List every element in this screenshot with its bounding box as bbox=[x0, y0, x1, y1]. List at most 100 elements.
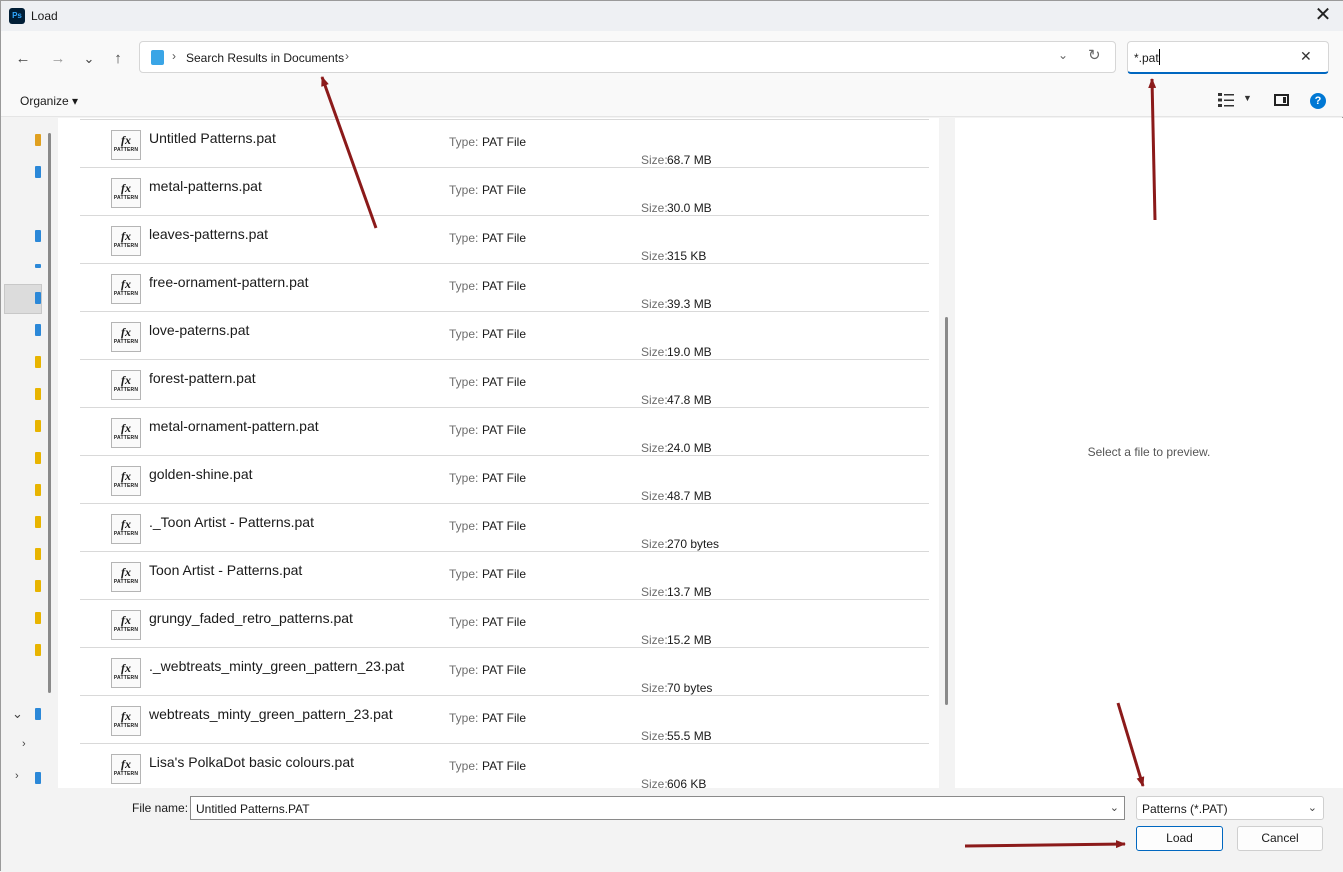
file-name[interactable]: Toon Artist - Patterns.pat bbox=[149, 562, 302, 578]
pattern-caption: PATTERN bbox=[113, 675, 139, 681]
chevron-down-icon[interactable]: ⌄ bbox=[1308, 801, 1317, 814]
expand-chevron-icon[interactable]: ⌄ bbox=[12, 706, 23, 722]
cancel-button[interactable]: Cancel bbox=[1237, 826, 1323, 851]
file-name-value[interactable]: Untitled Patterns.PAT bbox=[196, 802, 310, 816]
file-type-label: Type: bbox=[449, 663, 479, 677]
file-name[interactable]: metal-patterns.pat bbox=[149, 178, 262, 194]
expand-chevron-icon[interactable]: › bbox=[15, 770, 19, 782]
pattern-file-icon: fx PATTERN bbox=[111, 130, 141, 160]
expand-chevron-icon[interactable]: › bbox=[22, 738, 26, 750]
breadcrumb[interactable]: Search Results in Documents bbox=[186, 51, 344, 65]
recent-locations-chevron-icon[interactable]: ⌄ bbox=[78, 48, 100, 70]
file-type: PAT File bbox=[482, 327, 527, 341]
pattern-caption: PATTERN bbox=[113, 195, 139, 201]
file-name[interactable]: Lisa's PolkaDot basic colours.pat bbox=[149, 754, 354, 770]
pattern-caption: PATTERN bbox=[113, 339, 139, 345]
nav-folder-icon[interactable] bbox=[35, 452, 41, 464]
nav-folder-icon[interactable] bbox=[35, 612, 41, 624]
organize-menu-button[interactable]: Organize ▾ bbox=[20, 94, 78, 108]
search-input[interactable]: *.pat ✕ bbox=[1127, 41, 1329, 74]
file-row[interactable]: fx PATTERN metal-ornament-pattern.pat Type:… bbox=[80, 408, 929, 456]
file-type-value[interactable]: Patterns (*.PAT) bbox=[1142, 802, 1228, 816]
change-view-icon[interactable] bbox=[1218, 93, 1234, 107]
file-list-scrollbar[interactable] bbox=[945, 317, 948, 705]
view-options-dropdown-icon[interactable]: ▼ bbox=[1243, 93, 1252, 103]
documents-folder-icon[interactable] bbox=[35, 292, 41, 304]
pattern-file-icon: fx PATTERN bbox=[111, 418, 141, 448]
nav-folder-icon[interactable] bbox=[35, 484, 41, 496]
file-row[interactable]: fx PATTERN free-ornament-pattern.pat Type: P… bbox=[80, 264, 929, 312]
address-dropdown-icon[interactable]: ⌄ bbox=[1058, 48, 1068, 62]
quick-access-icon[interactable] bbox=[35, 134, 41, 146]
file-type: PAT File bbox=[482, 567, 527, 581]
back-arrow-icon[interactable]: ← bbox=[12, 48, 34, 70]
forward-arrow-icon[interactable]: → bbox=[47, 48, 69, 70]
nav-folder-icon[interactable] bbox=[35, 166, 41, 178]
file-name[interactable]: love-paterns.pat bbox=[149, 322, 249, 338]
breadcrumb-separator-icon[interactable]: › bbox=[172, 49, 176, 63]
file-type-select[interactable]: Patterns (*.PAT) ⌄ bbox=[1136, 796, 1324, 820]
network-icon[interactable] bbox=[35, 772, 41, 784]
pattern-file-icon: fx PATTERN bbox=[111, 466, 141, 496]
clear-search-icon[interactable]: ✕ bbox=[1300, 48, 1312, 65]
pattern-file-icon: fx PATTERN bbox=[111, 754, 141, 784]
file-row[interactable]: fx PATTERN ._webtreats_minty_green_pattern… bbox=[80, 648, 929, 696]
breadcrumb-separator-icon[interactable]: › bbox=[345, 49, 349, 63]
file-row[interactable]: fx PATTERN webtreats_minty_green_pattern_2… bbox=[80, 696, 929, 744]
file-name[interactable]: Untitled Patterns.pat bbox=[149, 130, 276, 146]
chevron-down-icon[interactable]: ⌄ bbox=[1110, 801, 1119, 814]
file-name[interactable]: ._webtreats_minty_green_pattern_23.pat bbox=[149, 658, 404, 674]
file-size-label: Size: bbox=[641, 297, 668, 311]
help-icon[interactable]: ? bbox=[1310, 93, 1326, 109]
file-type: PAT File bbox=[482, 663, 527, 677]
refresh-icon[interactable]: ↻ bbox=[1088, 46, 1101, 64]
file-row[interactable]: fx PATTERN golden-shine.pat Type: PAT File Si… bbox=[80, 456, 929, 504]
file-row[interactable]: fx PATTERN grungy_faded_retro_patterns.pat… bbox=[80, 600, 929, 648]
nav-folder-icon[interactable] bbox=[35, 388, 41, 400]
file-name[interactable]: forest-pattern.pat bbox=[149, 370, 256, 386]
search-query[interactable]: *.pat bbox=[1134, 51, 1159, 65]
file-row[interactable]: fx PATTERN forest-pattern.pat Type: PAT File… bbox=[80, 360, 929, 408]
file-size: 24.0 MB bbox=[667, 441, 712, 455]
nav-folder-icon[interactable] bbox=[35, 580, 41, 592]
this-pc-icon[interactable] bbox=[35, 708, 41, 720]
close-icon[interactable]: ✕ bbox=[1310, 4, 1336, 28]
file-name[interactable]: golden-shine.pat bbox=[149, 466, 253, 482]
navigation-pane: ⌄ › › bbox=[1, 118, 58, 788]
file-type-label: Type: bbox=[449, 759, 479, 773]
nav-folder-icon[interactable] bbox=[35, 264, 41, 268]
up-folder-arrow-icon[interactable]: ↑ bbox=[107, 48, 129, 70]
file-row[interactable]: fx PATTERN love-paterns.pat Type: PAT File Si… bbox=[80, 312, 929, 360]
file-row[interactable]: fx PATTERN ._Toon Artist - Patterns.pat Typ… bbox=[80, 504, 929, 552]
address-bar[interactable]: › Search Results in Documents › ⌄ ↻ bbox=[139, 41, 1116, 73]
file-type-label: Type: bbox=[449, 327, 479, 341]
nav-folder-icon[interactable] bbox=[35, 356, 41, 368]
preview-pane-toggle-icon[interactable] bbox=[1274, 94, 1289, 106]
nav-folder-icon[interactable] bbox=[35, 324, 41, 336]
nav-folder-icon[interactable] bbox=[35, 644, 41, 656]
file-name[interactable]: grungy_faded_retro_patterns.pat bbox=[149, 610, 353, 626]
pattern-fx-glyph: fx bbox=[121, 469, 131, 483]
file-list[interactable]: fx PATTERN Untitled Patterns.pat Type: PAT F… bbox=[58, 118, 939, 788]
file-name[interactable]: free-ornament-pattern.pat bbox=[149, 274, 309, 290]
file-name[interactable]: leaves-patterns.pat bbox=[149, 226, 268, 242]
pattern-file-icon: fx PATTERN bbox=[111, 274, 141, 304]
file-row[interactable]: fx PATTERN Lisa's PolkaDot basic colours.p… bbox=[80, 744, 929, 788]
nav-folder-icon[interactable] bbox=[35, 548, 41, 560]
nav-folder-icon[interactable] bbox=[35, 230, 41, 242]
load-button[interactable]: Load bbox=[1136, 826, 1223, 851]
file-name-field[interactable]: Untitled Patterns.PAT ⌄ bbox=[190, 796, 1125, 820]
nav-folder-icon[interactable] bbox=[35, 420, 41, 432]
file-name[interactable]: webtreats_minty_green_pattern_23.pat bbox=[149, 706, 393, 722]
file-row[interactable]: fx PATTERN Untitled Patterns.pat Type: PAT F… bbox=[80, 120, 929, 168]
pattern-fx-glyph: fx bbox=[121, 373, 131, 387]
file-name[interactable]: ._Toon Artist - Patterns.pat bbox=[149, 514, 314, 530]
nav-folder-icon[interactable] bbox=[35, 516, 41, 528]
file-size-label: Size: bbox=[641, 777, 668, 788]
file-name[interactable]: metal-ornament-pattern.pat bbox=[149, 418, 319, 434]
file-row[interactable]: fx PATTERN leaves-patterns.pat Type: PAT Fil… bbox=[80, 216, 929, 264]
file-row[interactable]: fx PATTERN Toon Artist - Patterns.pat Type:… bbox=[80, 552, 929, 600]
file-row[interactable]: fx PATTERN metal-patterns.pat Type: PAT File… bbox=[80, 168, 929, 216]
navigation-pane-scrollbar[interactable] bbox=[48, 133, 51, 693]
file-size: 30.0 MB bbox=[667, 201, 712, 215]
